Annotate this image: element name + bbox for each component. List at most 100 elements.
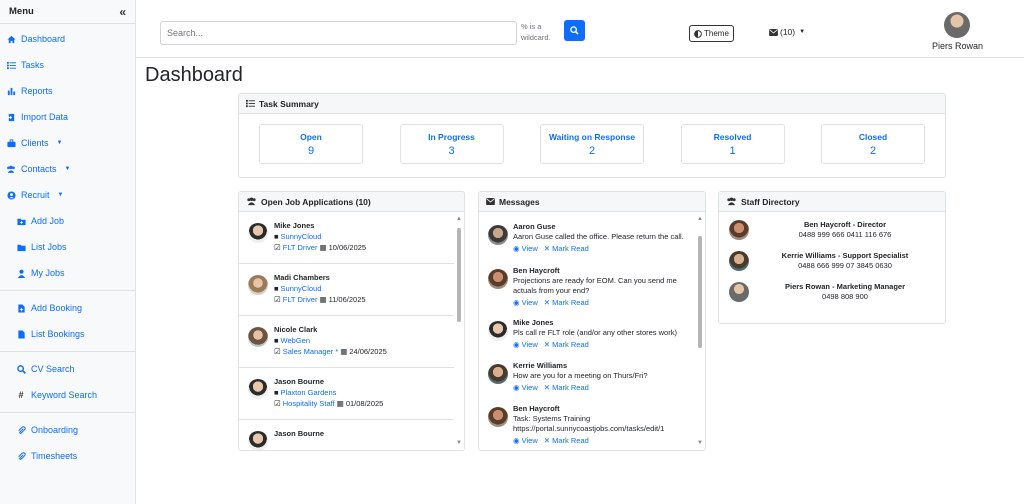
view-link[interactable]: ◉ View [513,244,538,254]
check-square-icon: ☑ [274,295,281,304]
card-title: Open Job Applications (10) [261,196,371,207]
chevron-down-icon: ▼ [799,29,806,35]
stat-value: 3 [448,144,455,157]
sender-name: Ben Haycroft [513,404,560,413]
scroll-up-icon[interactable]: ▲ [697,216,703,222]
role-link[interactable]: FLT Driver [283,294,318,305]
scrollbar[interactable]: ▲ ▼ [697,216,703,446]
message-item[interactable]: Ben Haycroft Projections are ready for E… [479,260,695,312]
staff-name: Ben Haycroft - Director [803,219,887,229]
staff-item[interactable]: Piers Rowan - Marketing Manager 0498 808… [719,276,945,307]
mark-read-link[interactable]: ✕ Mark Read [544,340,589,350]
list-item[interactable]: Jason Bourne ■ Plaxton Gardens ☑ Hospitali… [239,368,454,420]
folder-plus-icon [16,217,26,226]
message-item[interactable]: Ben Haycroft Task: Systems Training http… [479,398,695,450]
eye-icon: ◉ [513,436,522,445]
sidebar-item-onboarding[interactable]: Onboarding [0,417,135,443]
sidebar: Menu « Dashboard Tasks Reports Import Da… [0,0,136,504]
briefcase-icon: ■ [274,232,279,241]
scroll-down-icon[interactable]: ▼ [456,440,462,446]
sidebar-item-label: List Jobs [31,242,67,252]
theme-label: Theme [704,29,729,38]
company-link[interactable]: SunnyCloud [281,231,322,242]
role-link[interactable]: FLT Driver [283,242,318,253]
stat-open[interactable]: Open 9 [259,124,363,164]
view-link[interactable]: ◉ View [513,298,538,308]
sidebar-item-contacts[interactable]: Contacts ▼ [0,156,135,182]
card-header: Task Summary [239,94,945,114]
sidebar-item-reports[interactable]: Reports [0,78,135,104]
applicant-name: Madi Chambers [274,273,330,282]
mark-read-link[interactable]: ✕ Mark Read [544,436,589,446]
mail-dropdown[interactable]: (10) ▼ [769,27,805,37]
sidebar-item-clients[interactable]: Clients ▼ [0,130,135,156]
scrollbar-thumb[interactable] [457,228,461,322]
stat-closed[interactable]: Closed 2 [821,124,925,164]
message-item[interactable]: Mike Jones Pls call re FLT role (and/or … [479,312,695,355]
file-plus-icon [16,303,26,313]
mark-read-link[interactable]: ✕ Mark Read [544,383,589,393]
paperclip-icon [16,451,26,461]
company-link[interactable]: SunnyCloud [281,283,322,294]
sidebar-item-add-job[interactable]: Add Job [0,208,135,234]
staff-item[interactable]: Ben Haycroft - Director 0488 999 666 041… [719,214,945,245]
view-link[interactable]: ◉ View [513,436,538,446]
sidebar-item-recruit[interactable]: Recruit ▼ [0,182,135,208]
collapse-icon[interactable]: « [119,5,126,19]
company-link[interactable]: Plaxton Gardens [281,387,337,398]
user-icon [16,269,26,278]
card-title: Task Summary [259,98,319,109]
company-link[interactable]: WebGen [281,335,310,346]
view-link[interactable]: ◉ View [513,383,538,393]
sidebar-item-timesheets[interactable]: Timesheets [0,443,135,469]
stat-label: In Progress [428,131,475,142]
message-item[interactable]: Aaron Guse Aaron Guse called the office.… [479,216,695,260]
stat-in-progress[interactable]: In Progress 3 [399,124,504,164]
mark-read-link[interactable]: ✕ Mark Read [544,244,589,254]
theme-button[interactable]: Theme [689,25,734,42]
sidebar-item-cv-search[interactable]: CV Search [0,356,135,382]
mark-read-link[interactable]: ✕ Mark Read [544,298,589,308]
sidebar-item-import-data[interactable]: Import Data [0,104,135,130]
avatar [488,321,508,341]
role-link[interactable]: Sales Manager * [283,346,338,357]
search-input[interactable] [160,21,517,45]
staff-name: Piers Rowan - Marketing Manager [784,281,906,291]
sidebar-item-label: Add Job [31,216,65,226]
list-item[interactable]: Mike Jones ■ SunnyCloud ☑ FLT Driver ▦ 10/06… [239,212,454,264]
calendar-icon: ▦ [319,243,327,252]
card-title: Staff Directory [741,196,800,207]
list-item[interactable]: Madi Chambers ■ SunnyCloud ☑ FLT Driver ▦ 11… [239,264,454,316]
list-item[interactable]: Jason Bourne [239,420,454,450]
close-icon: ✕ [543,298,553,307]
sidebar-item-tasks[interactable]: Tasks [0,52,135,78]
mark-read-label: Mark Read [552,436,589,445]
search-button[interactable] [564,20,585,41]
message-item[interactable]: Kerrie Williams How are you for a meetin… [479,355,695,398]
sidebar-item-keyword-search[interactable]: # Keyword Search [0,382,135,408]
staff-item[interactable]: Kerrie Williams - Support Specialist 048… [719,245,945,276]
bar-chart-icon [6,87,16,96]
sidebar-item-add-booking[interactable]: Add Booking [0,295,135,321]
user-name[interactable]: Piers Rowan [932,41,983,51]
stat-waiting[interactable]: Waiting on Response 2 [540,124,644,164]
role-link[interactable]: Hospitality Staff [283,398,335,409]
paperclip-icon [16,425,26,435]
sidebar-item-my-jobs[interactable]: My Jobs [0,260,135,286]
sidebar-item-list-bookings[interactable]: List Bookings [0,321,135,347]
scroll-up-icon[interactable]: ▲ [456,216,462,222]
staff-phone: 0488 666 999 07 3845 0630 [798,260,892,270]
view-label: View [521,298,538,307]
scrollbar[interactable]: ▲ ▼ [456,216,462,446]
scroll-down-icon[interactable]: ▼ [697,440,703,446]
view-link[interactable]: ◉ View [513,340,538,350]
list-item[interactable]: Nicole Clark ■ WebGen ☑ Sales Manager * ▦ 24… [239,316,454,368]
sidebar-item-list-jobs[interactable]: List Jobs [0,234,135,260]
stat-resolved[interactable]: Resolved 1 [680,124,785,164]
sidebar-item-dashboard[interactable]: Dashboard [0,26,135,52]
scrollbar-thumb[interactable] [698,236,702,348]
stat-label: Closed [858,131,888,142]
user-avatar[interactable] [944,12,970,38]
sidebar-header: Menu « [0,0,135,24]
home-icon [6,35,16,44]
